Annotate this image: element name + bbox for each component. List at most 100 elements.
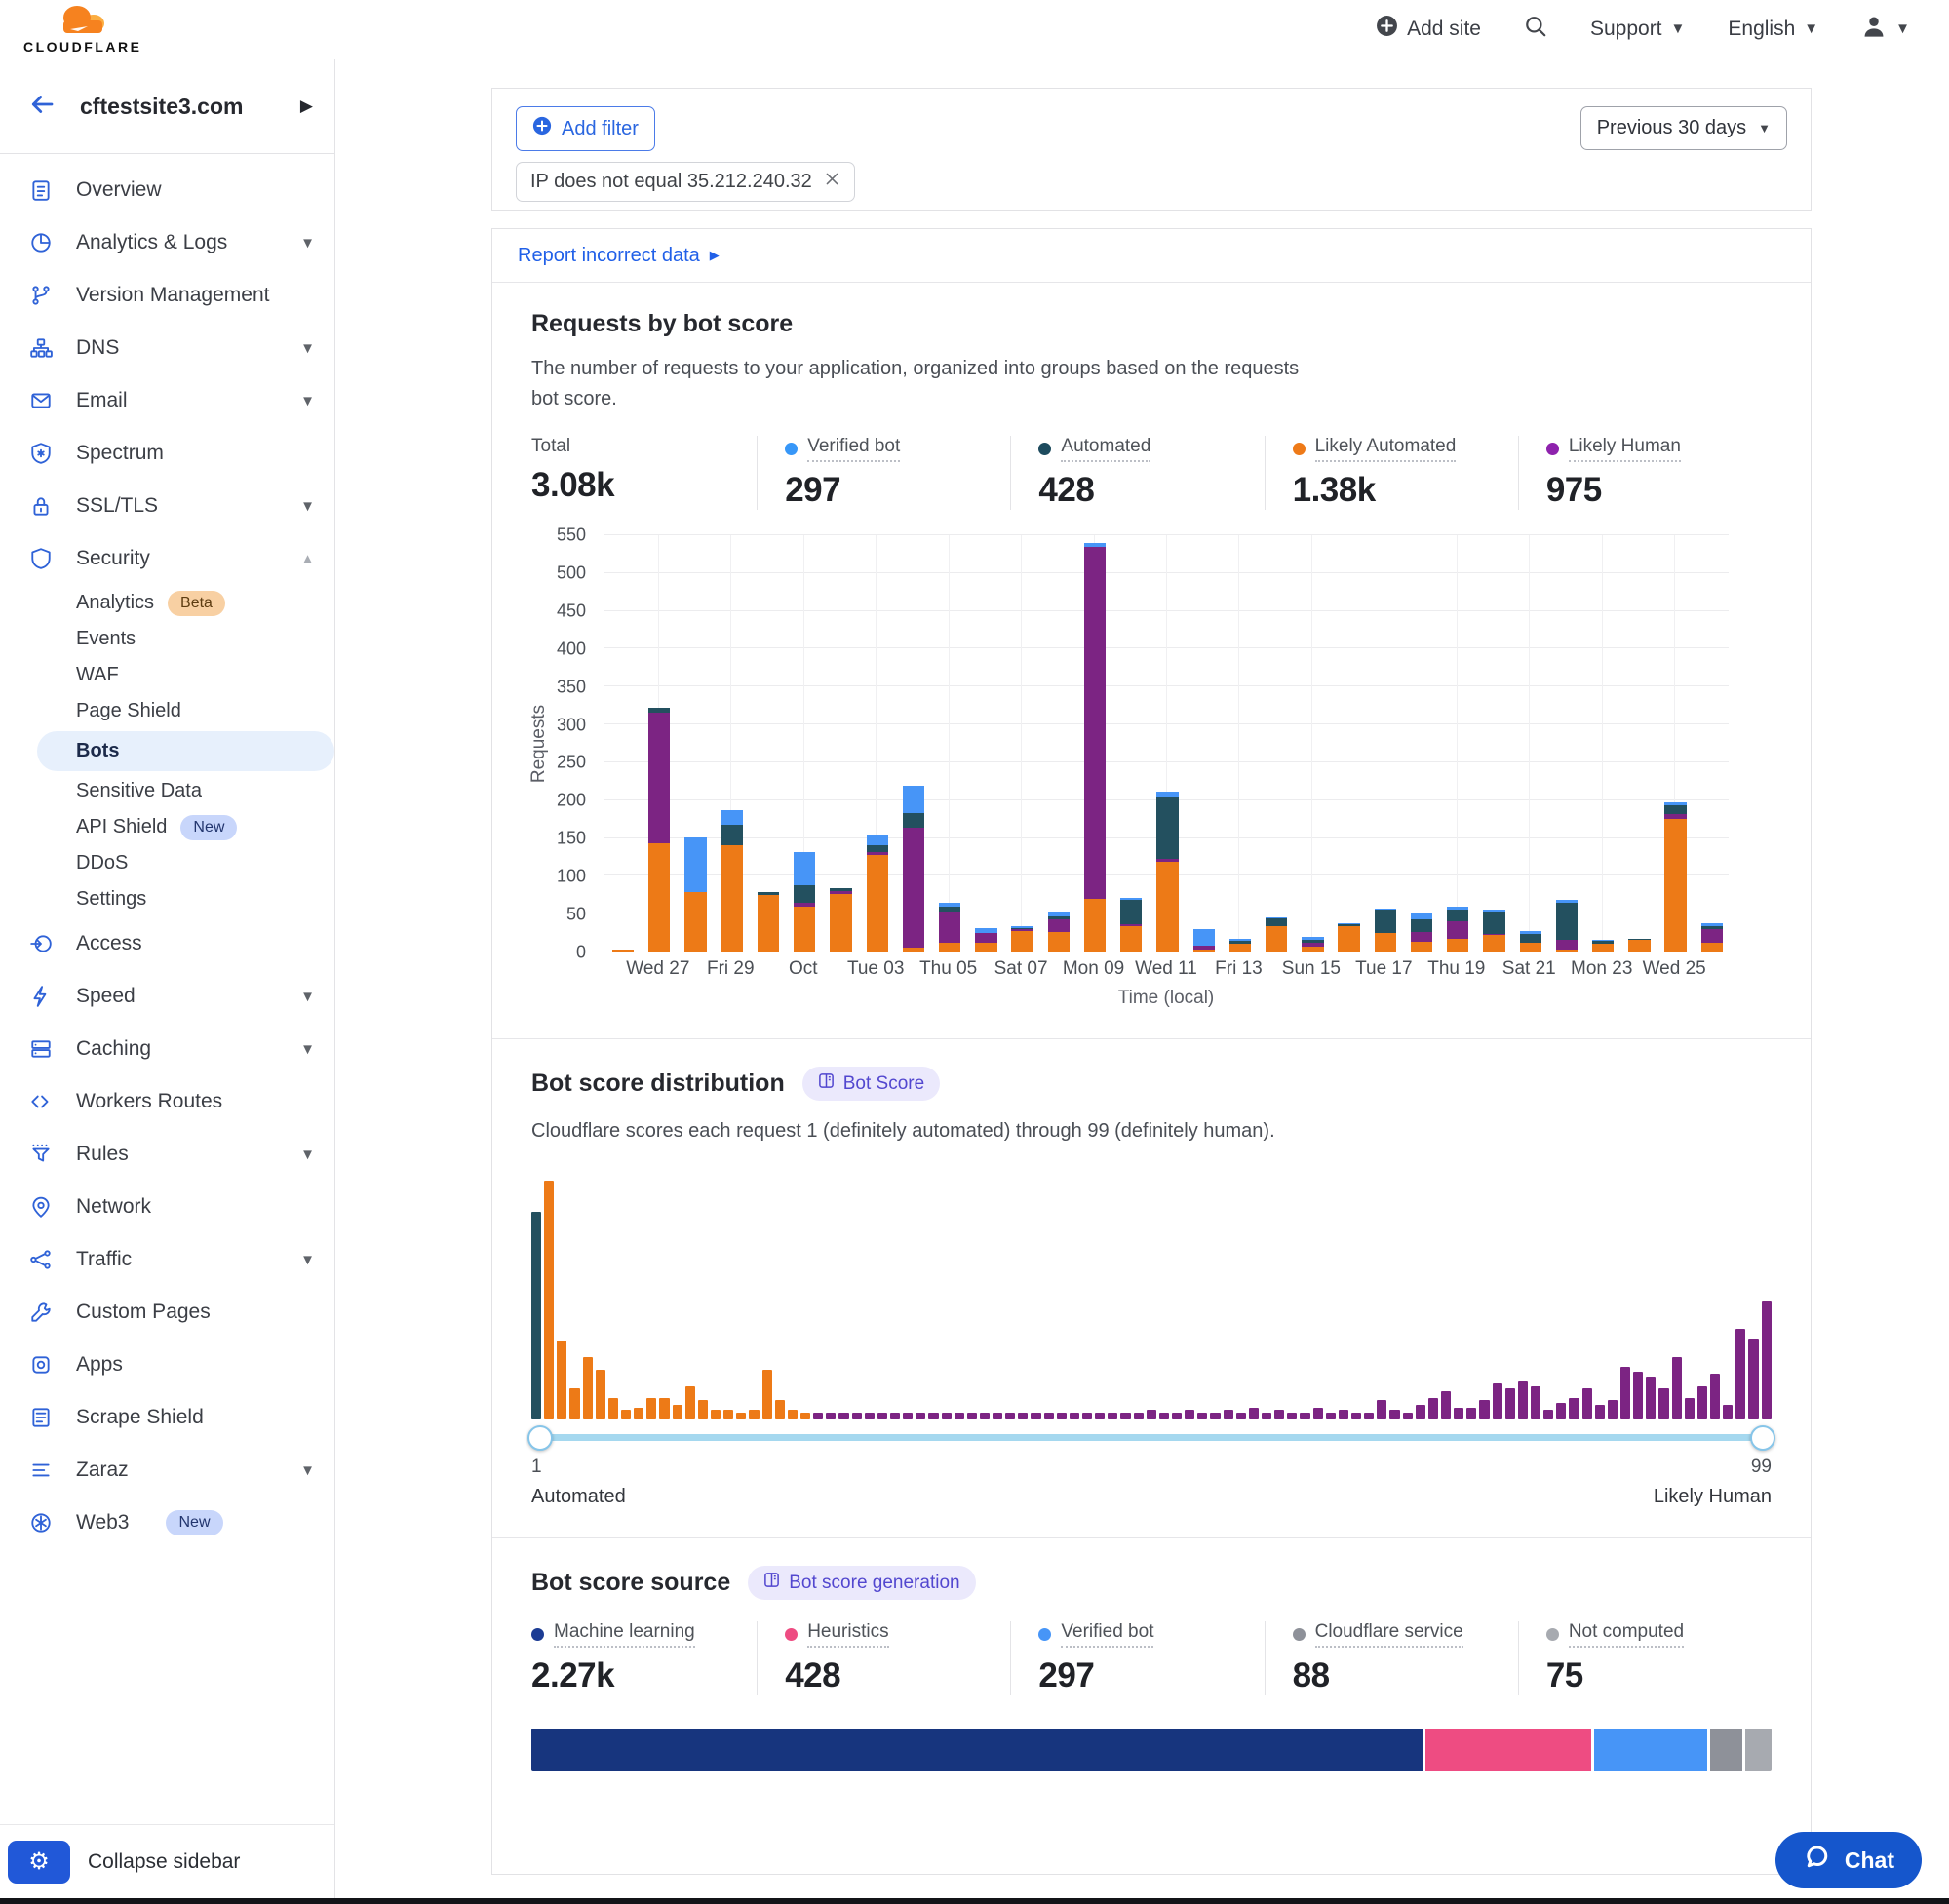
sidebar-item-api-shield[interactable]: API ShieldNew — [0, 809, 334, 845]
histogram-bar-score-37 — [993, 1413, 1002, 1419]
histogram-bar-score-27 — [865, 1413, 875, 1419]
account-menu[interactable]: ▼ — [1861, 14, 1910, 45]
sidebar-item-label: Custom Pages — [76, 1301, 211, 1324]
x-tick: Wed 25 — [1643, 958, 1706, 980]
likely-human-segment — [648, 713, 670, 843]
requests-chart: Requests 0501001502002503003504004505005… — [531, 535, 1772, 1009]
histogram-bar-score-24 — [826, 1413, 836, 1419]
sidebar-item-analytics[interactable]: AnalyticsBeta — [0, 585, 334, 621]
sidebar-item-rules[interactable]: Rules▼ — [0, 1128, 334, 1181]
add-filter-button[interactable]: Add filter — [516, 106, 655, 151]
chat-button[interactable]: Chat — [1775, 1832, 1922, 1888]
sidebar-item-spectrum[interactable]: Spectrum — [0, 427, 334, 480]
sidebar-item-web3[interactable]: Web3New — [0, 1496, 334, 1549]
sidebar-item-security[interactable]: Security▲ — [0, 532, 334, 585]
chevron-up-icon[interactable]: ▲ — [300, 551, 315, 567]
sidebar-item-email[interactable]: Email▼ — [0, 374, 334, 427]
back-arrow-icon[interactable] — [27, 90, 57, 124]
language-menu[interactable]: English ▼ — [1728, 18, 1818, 41]
histogram-bar-score-63 — [1326, 1413, 1336, 1419]
filter-chip[interactable]: IP does not equal 35.212.240.32 — [516, 162, 855, 202]
stat-label: Not computed — [1569, 1621, 1684, 1648]
histogram-bar-score-11 — [659, 1398, 669, 1419]
histogram-bar-score-9 — [634, 1408, 643, 1419]
histogram-bar-score-61 — [1300, 1413, 1309, 1419]
requests-stat-automated: Automated428 — [1010, 436, 1264, 510]
analytics-badge: Beta — [168, 591, 225, 616]
search-button[interactable] — [1524, 15, 1547, 44]
automated-segment — [1266, 918, 1287, 926]
sidebar-item-apps[interactable]: Apps — [0, 1339, 334, 1391]
slider-handle-min[interactable] — [527, 1425, 553, 1451]
site-selector[interactable]: cftestsite3.com ▶ — [0, 59, 334, 154]
y-tick: 500 — [531, 563, 586, 583]
sidebar-item-overview[interactable]: Overview — [0, 164, 334, 216]
histogram-bar-score-88 — [1646, 1377, 1656, 1419]
likely-automated-segment — [1193, 950, 1215, 952]
chevron-down-icon[interactable]: ▼ — [300, 393, 315, 409]
y-tick: 150 — [531, 829, 586, 849]
sidebar-item-dns[interactable]: DNS▼ — [0, 322, 334, 374]
sidebar-item-workers-routes[interactable]: Workers Routes — [0, 1075, 334, 1128]
sidebar-item-custom-pages[interactable]: Custom Pages — [0, 1286, 334, 1339]
sidebar-item-traffic[interactable]: Traffic▼ — [0, 1233, 334, 1286]
slider-handle-max[interactable] — [1750, 1425, 1775, 1451]
requests-stat-likely-automated: Likely Automated1.38k — [1265, 436, 1518, 510]
sidebar-item-ssl-tls[interactable]: SSL/TLS▼ — [0, 480, 334, 532]
verified-bot-segment — [867, 835, 888, 845]
sidebar-item-sensitive-data[interactable]: Sensitive Data — [0, 773, 334, 809]
sidebar-item-settings[interactable]: Settings — [0, 881, 334, 917]
add-site-button[interactable]: Add site — [1376, 15, 1481, 43]
chevron-down-icon: ▼ — [1758, 121, 1771, 136]
report-incorrect-data-link[interactable]: Report incorrect data ▶ — [518, 245, 720, 267]
sidebar-item-version-management[interactable]: Version Management — [0, 269, 334, 322]
sidebar-item-analytics-logs[interactable]: Analytics & Logs▼ — [0, 216, 334, 269]
likely-automated-legend-dot — [1293, 443, 1306, 455]
chevron-down-icon[interactable]: ▼ — [300, 340, 315, 357]
sidebar-item-page-shield[interactable]: Page Shield — [0, 693, 334, 729]
chevron-right-icon[interactable]: ▶ — [300, 97, 313, 116]
histogram-bar-score-40 — [1031, 1413, 1040, 1419]
dns-icon — [29, 336, 53, 360]
sidebar-item-ddos[interactable]: DDoS — [0, 845, 334, 881]
settings-gear-button[interactable]: ⚙ — [8, 1841, 70, 1884]
chevron-down-icon[interactable]: ▼ — [300, 1462, 315, 1479]
report-row: Report incorrect data ▶ — [492, 229, 1811, 283]
sidebar-item-scrape-shield[interactable]: Scrape Shield — [0, 1391, 334, 1444]
remove-filter-icon[interactable] — [824, 171, 840, 193]
support-menu[interactable]: Support ▼ — [1590, 18, 1685, 41]
sidebar-item-access[interactable]: Access — [0, 917, 334, 970]
likely-automated-segment — [975, 943, 996, 952]
automated-segment — [721, 825, 743, 846]
spectrum-icon — [29, 442, 53, 465]
sidebar-item-bots[interactable]: Bots — [37, 731, 334, 771]
bot-score-generation-badge[interactable]: Bot score generation — [748, 1566, 975, 1600]
plus-circle-icon — [532, 116, 552, 141]
histogram-bar-score-54 — [1210, 1413, 1220, 1419]
chevron-down-icon[interactable]: ▼ — [300, 1252, 315, 1268]
slider-track[interactable] — [531, 1434, 1772, 1441]
verified-bot-segment — [903, 786, 924, 813]
source-stat-heuristics: Heuristics428 — [757, 1621, 1010, 1695]
chevron-down-icon[interactable]: ▼ — [300, 498, 315, 515]
likely-automated-segment — [1483, 935, 1504, 952]
chevron-down-icon[interactable]: ▼ — [300, 235, 315, 252]
sidebar-item-zaraz[interactable]: Zaraz▼ — [0, 1444, 334, 1496]
sidebar-item-network[interactable]: Network — [0, 1181, 334, 1233]
x-axis-ticks: Wed 27Fri 29OctTue 03Thu 05Sat 07Mon 09W… — [604, 958, 1729, 984]
chevron-down-icon[interactable]: ▼ — [300, 989, 315, 1005]
date-range-button[interactable]: Previous 30 days ▼ — [1580, 106, 1787, 150]
histogram-bar-score-30 — [903, 1413, 913, 1419]
histogram-bar-score-22 — [800, 1413, 810, 1419]
histogram-bar-score-8 — [621, 1410, 631, 1419]
sidebar-item-caching[interactable]: Caching▼ — [0, 1023, 334, 1075]
chevron-down-icon[interactable]: ▼ — [300, 1146, 315, 1163]
bot-score-badge[interactable]: Bot Score — [802, 1067, 940, 1101]
sidebar-item-events[interactable]: Events — [0, 621, 334, 657]
sidebar-item-waf[interactable]: WAF — [0, 657, 334, 693]
sidebar-item-speed[interactable]: Speed▼ — [0, 970, 334, 1023]
automated-segment — [1120, 900, 1142, 924]
chevron-down-icon[interactable]: ▼ — [300, 1041, 315, 1058]
collapse-sidebar-button[interactable]: Collapse sidebar — [88, 1850, 240, 1874]
cloudflare-logo[interactable]: CLOUDFLARE — [23, 3, 141, 55]
